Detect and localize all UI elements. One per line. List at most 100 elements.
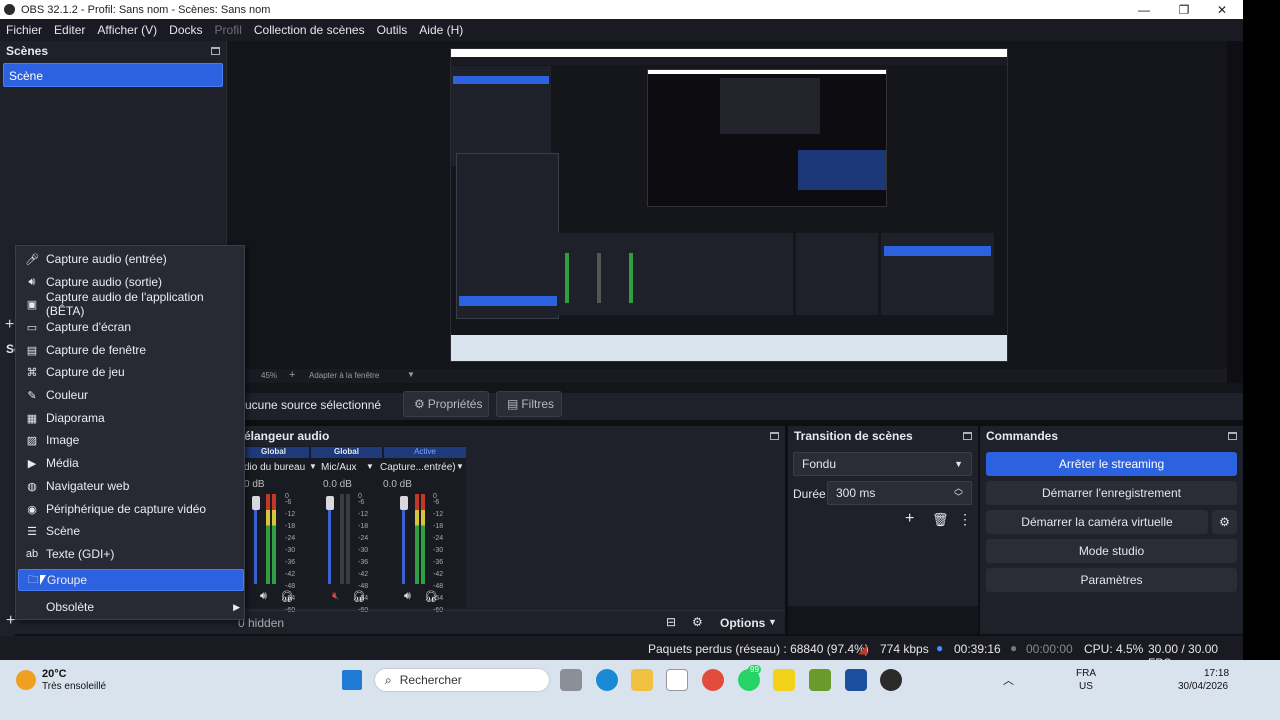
trash-icon[interactable]: 🗑︎ [932, 512, 949, 528]
channel-db: 0.0 dB [383, 479, 412, 490]
options-button[interactable]: Options [720, 616, 765, 630]
menu-item-text[interactable]: ab Texte (GDI+) [18, 543, 244, 565]
close-button[interactable]: ✕ [1203, 0, 1241, 19]
cpu-usage: CPU: 4.5% [1084, 642, 1144, 656]
add-icon[interactable]: + [905, 510, 914, 528]
monitor-audio-icon[interactable]: 🎧︎ [352, 590, 366, 603]
speaker-muted-icon[interactable]: 🔇︎ [332, 590, 339, 603]
lang-secondary[interactable]: US [1079, 681, 1093, 692]
menu-item-browser[interactable]: ◍ Navigateur web [18, 475, 244, 497]
settings-button[interactable]: Paramètres [986, 568, 1237, 592]
task-view-icon[interactable] [560, 669, 582, 691]
menu-docks[interactable]: Docks [163, 23, 208, 37]
zoom-level[interactable]: 45% [261, 371, 277, 380]
add-icon[interactable]: + [6, 612, 15, 630]
undock-icon[interactable] [963, 432, 972, 440]
app-icon[interactable] [809, 669, 831, 691]
weather-text[interactable]: Très ensoleillé [42, 681, 106, 692]
chevron-up-icon[interactable]: ︿ [1003, 672, 1014, 688]
transition-select[interactable]: Fondu ▼ [793, 452, 972, 476]
menu-profil[interactable]: Profil [209, 23, 248, 37]
scene-item[interactable]: Scène [3, 63, 223, 87]
title-bar: OBS 32.1.2 - Profil: Sans nom - Scènes: … [0, 0, 1243, 19]
maximize-button[interactable]: ❐ [1165, 0, 1203, 19]
spinner-icon[interactable]: ︿ ﹀ [954, 484, 963, 502]
duration-input[interactable]: 300 ms ︿ ﹀ [827, 481, 972, 505]
settings-icon[interactable]: ⚙ [692, 615, 703, 629]
audio-mixer-dock: élangeur audio Global dio du bureau ▼ 0 … [238, 426, 785, 634]
app-icon[interactable] [845, 669, 867, 691]
channel-db: 0 dB [244, 479, 265, 490]
chevron-down-icon[interactable]: ▼ [366, 462, 374, 471]
more-icon[interactable]: ⋮ [958, 511, 972, 528]
monitor-icon: ▭ [26, 321, 38, 334]
record-time: 00:00:00 [1026, 642, 1073, 656]
menu-item-scene[interactable]: ☰ Scène [18, 520, 244, 542]
chevron-down-icon[interactable]: ▼ [407, 370, 415, 379]
app-audio-icon: ▣ [26, 298, 38, 311]
speaker-icon[interactable]: 🔊︎ [260, 590, 267, 603]
fit-window-label[interactable]: Adapter à la fenêtre [309, 371, 379, 380]
menu-item-screen-capture[interactable]: ▭ Capture d'écran [18, 316, 244, 338]
chevron-down-icon[interactable]: ▼ [768, 617, 777, 627]
undock-icon[interactable] [211, 47, 220, 55]
weather-temp[interactable]: 20°C [42, 668, 67, 680]
mixer-title: élangeur audio [244, 429, 330, 443]
windows-start-icon[interactable] [342, 670, 362, 690]
menu-item-image[interactable]: ▨ Image [18, 429, 244, 451]
minimize-button[interactable]: — [1125, 0, 1163, 19]
menu-editer[interactable]: Editer [48, 23, 91, 37]
menu-item-video-capture[interactable]: ◉ Périphérique de capture vidéo [18, 498, 244, 520]
layout-icon[interactable]: ⊟ [666, 615, 676, 629]
properties-button[interactable]: ⚙ Propriétés [403, 391, 489, 417]
undock-icon[interactable] [770, 432, 779, 440]
monitor-audio-icon[interactable]: 🎧︎ [280, 590, 294, 603]
undock-icon[interactable] [1228, 432, 1237, 440]
stop-streaming-button[interactable]: Arrêter le streaming [986, 452, 1237, 476]
menu-item-media[interactable]: ▶ Média [18, 452, 244, 474]
empty-area [788, 606, 978, 634]
chevron-down-icon[interactable]: ▼ [456, 462, 464, 471]
file-explorer-icon[interactable] [631, 669, 653, 691]
edge-browser-icon[interactable] [596, 669, 618, 691]
menu-fichier[interactable]: Fichier [0, 23, 48, 37]
sun-icon[interactable] [16, 670, 36, 690]
level-meter [266, 494, 270, 584]
gear-icon[interactable]: ⚙ [1212, 510, 1237, 534]
clock-time[interactable]: 17:18 [1204, 668, 1229, 679]
menu-item-obsolete[interactable]: Obsolète ▶ [18, 596, 244, 618]
speaker-icon[interactable]: 🔊︎ [404, 590, 411, 603]
volume-knob[interactable] [252, 496, 260, 510]
store-icon[interactable] [666, 669, 688, 691]
menu-collection[interactable]: Collection de scènes [248, 23, 371, 37]
add-source-icon[interactable]: + [5, 316, 14, 334]
menu-item-audio-input[interactable]: 🎤︎ Capture audio (entrée) [18, 248, 244, 270]
volume-knob[interactable] [326, 496, 334, 510]
chevron-down-icon[interactable]: ▼ [309, 462, 317, 471]
zoom-add-icon[interactable]: + [289, 369, 295, 381]
start-recording-button[interactable]: Démarrer l'enregistrement [986, 481, 1237, 505]
menu-item-window-capture[interactable]: ▤ Capture de fenêtre [18, 339, 244, 361]
monitor-audio-icon[interactable]: 🎧︎ [424, 590, 438, 603]
chrome-icon[interactable] [702, 669, 724, 691]
menu-item-color[interactable]: ✎ Couleur [18, 384, 244, 406]
menu-outils[interactable]: Outils [371, 23, 414, 37]
duration-label: Durée [793, 487, 826, 501]
studio-mode-button[interactable]: Mode studio [986, 539, 1237, 563]
channel-badge: Global [311, 447, 382, 458]
menu-aide[interactable]: Aide (H) [413, 23, 469, 37]
menu-item-slideshow[interactable]: ▦ Diaporama [18, 407, 244, 429]
menu-item-game-capture[interactable]: ⌘ Capture de jeu [18, 361, 244, 383]
search-box[interactable]: ⌕ Rechercher [374, 668, 550, 692]
virtual-camera-button[interactable]: Démarrer la caméra virtuelle [986, 510, 1208, 534]
clock-date[interactable]: 30/04/2026 [1178, 681, 1228, 692]
volume-knob[interactable] [400, 496, 408, 510]
menu-afficher[interactable]: Afficher (V) [91, 23, 163, 37]
app-icon[interactable] [773, 669, 795, 691]
lang-primary[interactable]: FRA [1076, 668, 1096, 679]
menu-item-app-audio[interactable]: ▣ Capture audio de l'application (BÊTA) [18, 290, 244, 318]
filters-button[interactable]: ▤ Filtres [496, 391, 562, 417]
obs-taskbar-icon[interactable] [880, 669, 902, 691]
menu-item-group[interactable]: 🗀︎ Groupe [18, 569, 244, 591]
preview-canvas[interactable] [450, 48, 1008, 362]
